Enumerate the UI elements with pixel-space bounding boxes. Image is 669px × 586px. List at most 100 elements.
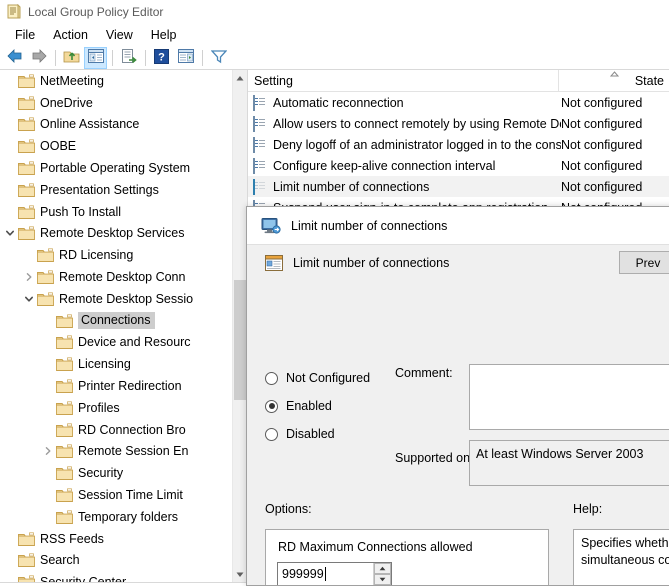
chevron-right-icon[interactable] xyxy=(21,269,37,285)
tree-item-label: Online Assistance xyxy=(40,117,139,131)
radio-enabled-button[interactable] xyxy=(265,400,278,413)
tree-item[interactable]: Presentation Settings xyxy=(0,179,233,201)
forward-button[interactable] xyxy=(27,47,50,69)
tree-item[interactable]: Remote Desktop Conn xyxy=(0,266,233,288)
tree-item[interactable]: Portable Operating System xyxy=(0,157,233,179)
cell-state: Not configured xyxy=(561,138,669,152)
console-tree-icon xyxy=(88,49,104,66)
previous-setting-button[interactable]: Prev xyxy=(619,251,669,274)
tree-item-label: Session Time Limit xyxy=(78,488,183,502)
stepper-up-icon[interactable] xyxy=(374,563,391,574)
folder-icon xyxy=(56,444,73,458)
action-pane-icon xyxy=(178,49,194,66)
policy-setting-icon xyxy=(265,255,283,271)
radio-enabled[interactable]: Enabled xyxy=(265,392,375,420)
toolbar-separator xyxy=(202,50,203,66)
radio-not-configured-button[interactable] xyxy=(265,372,278,385)
table-row[interactable]: Limit number of connectionsNot configure… xyxy=(248,176,669,197)
radio-not-configured[interactable]: Not Configured xyxy=(265,364,375,392)
table-row[interactable]: Deny logoff of an administrator logged i… xyxy=(248,134,669,155)
tree-item[interactable]: Remote Desktop Services xyxy=(0,223,233,245)
question-mark-icon: ? xyxy=(154,49,169,67)
tree-list[interactable]: NetMeetingOneDriveOnline AssistanceOOBEP… xyxy=(0,70,233,582)
menu-help[interactable]: Help xyxy=(142,26,186,44)
radio-disabled[interactable]: Disabled xyxy=(265,420,375,448)
tree-item[interactable]: Security Center xyxy=(0,571,233,582)
tree-vertical-scrollbar[interactable] xyxy=(232,70,247,582)
up-one-level-button[interactable] xyxy=(60,47,83,69)
cell-state: Not configured xyxy=(561,180,669,194)
max-connections-stepper[interactable]: 999999 xyxy=(277,562,392,586)
stepper-down-icon[interactable] xyxy=(374,574,391,585)
policy-state-radio-group: Not Configured Enabled Disabled xyxy=(265,364,375,448)
tree-item[interactable]: Connections xyxy=(0,310,233,332)
help-button[interactable]: ? xyxy=(150,47,173,69)
tree-item[interactable]: Security xyxy=(0,462,233,484)
policy-setting-icon xyxy=(253,96,267,110)
sort-ascending-icon xyxy=(610,70,619,79)
text-caret xyxy=(325,567,326,581)
max-connections-input[interactable]: 999999 xyxy=(278,563,373,585)
filter-button[interactable] xyxy=(207,47,230,69)
tree-indent-spacer xyxy=(40,356,56,372)
cell-setting: Automatic reconnection xyxy=(273,96,561,110)
tree-item[interactable]: RD Connection Bro xyxy=(0,419,233,441)
table-row[interactable]: Automatic reconnectionNot configured xyxy=(248,92,669,113)
folder-icon xyxy=(56,466,73,480)
tree-item[interactable]: OneDrive xyxy=(0,92,233,114)
radio-enabled-label: Enabled xyxy=(286,399,332,413)
tree-item[interactable]: Printer Redirection xyxy=(0,375,233,397)
folder-icon xyxy=(18,226,35,240)
show-hide-console-tree-button[interactable] xyxy=(84,47,107,69)
scroll-down-arrow[interactable] xyxy=(233,567,247,582)
stepper-buttons[interactable] xyxy=(373,563,391,585)
folder-icon xyxy=(18,575,35,582)
tree-indent-spacer xyxy=(40,334,56,350)
table-row[interactable]: Configure keep-alive connection interval… xyxy=(248,155,669,176)
tree-item[interactable]: Search xyxy=(0,550,233,572)
chevron-down-icon[interactable] xyxy=(21,291,37,307)
export-list-button[interactable] xyxy=(117,47,140,69)
folder-icon xyxy=(37,270,54,284)
chevron-right-icon[interactable] xyxy=(40,443,56,459)
tree-item[interactable]: Online Assistance xyxy=(0,114,233,136)
radio-disabled-button[interactable] xyxy=(265,428,278,441)
supported-on-field: At least Windows Server 2003 xyxy=(469,440,669,486)
tree-indent-spacer xyxy=(2,138,18,154)
tree-item[interactable]: Session Time Limit xyxy=(0,484,233,506)
table-row[interactable]: Allow users to connect remotely by using… xyxy=(248,113,669,134)
export-list-icon xyxy=(121,49,137,67)
tree-item[interactable]: Remote Desktop Sessio xyxy=(0,288,233,310)
chevron-down-icon[interactable] xyxy=(2,225,18,241)
comment-field[interactable] xyxy=(469,364,669,430)
scroll-up-arrow[interactable] xyxy=(233,70,247,85)
column-header-state[interactable]: State xyxy=(559,70,669,92)
tree-item[interactable]: Licensing xyxy=(0,353,233,375)
tree-item[interactable]: Profiles xyxy=(0,397,233,419)
folder-icon xyxy=(18,117,35,131)
options-panel: RD Maximum Connections allowed 999999 Ty… xyxy=(265,529,549,586)
menu-view[interactable]: View xyxy=(97,26,142,44)
tree-indent-spacer xyxy=(2,552,18,568)
tree-item[interactable]: NetMeeting xyxy=(0,70,233,92)
column-header-setting[interactable]: Setting xyxy=(248,70,559,92)
tree-item[interactable]: RD Licensing xyxy=(0,244,233,266)
folder-icon xyxy=(18,553,35,567)
tree-item[interactable]: Device and Resourc xyxy=(0,332,233,354)
folder-icon xyxy=(18,205,35,219)
tree-item[interactable]: Temporary folders xyxy=(0,506,233,528)
cell-state: Not configured xyxy=(561,159,669,173)
settings-list[interactable]: Automatic reconnectionNot configuredAllo… xyxy=(248,92,669,218)
toolbar-separator xyxy=(55,50,56,66)
menu-action[interactable]: Action xyxy=(44,26,97,44)
menu-file[interactable]: File xyxy=(6,26,44,44)
tree-item[interactable]: Remote Session En xyxy=(0,441,233,463)
back-button[interactable] xyxy=(3,47,26,69)
show-hide-action-pane-button[interactable] xyxy=(174,47,197,69)
tree-item-label: OneDrive xyxy=(40,96,93,110)
tree-item[interactable]: RSS Feeds xyxy=(0,528,233,550)
tree-indent-spacer xyxy=(40,465,56,481)
tree-item[interactable]: Push To Install xyxy=(0,201,233,223)
dialog-titlebar: Limit number of connections xyxy=(247,207,669,244)
tree-item[interactable]: OOBE xyxy=(0,135,233,157)
